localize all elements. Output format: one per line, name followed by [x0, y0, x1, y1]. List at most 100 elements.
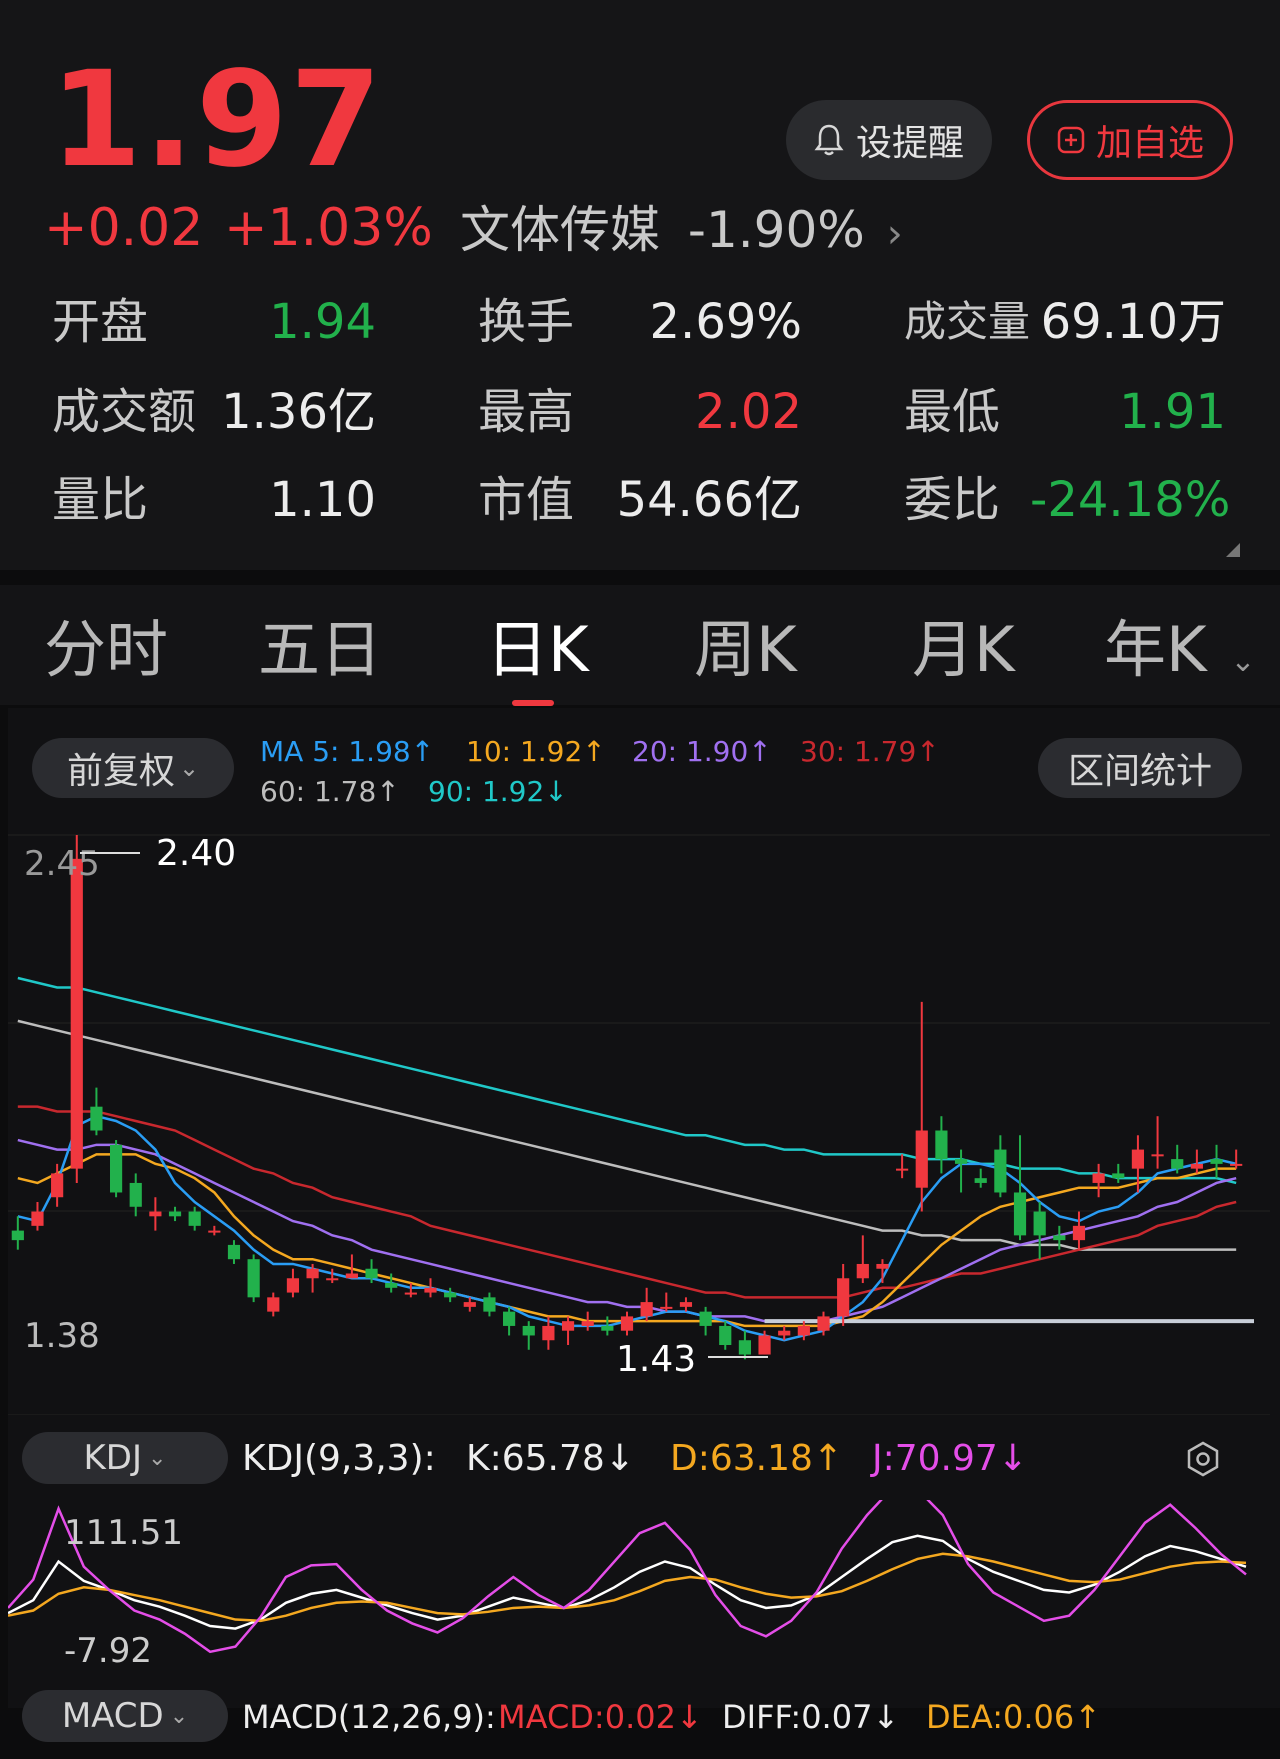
market-cap-value: 54.66亿	[616, 472, 802, 528]
kdj-params: KDJ(9,3,3):	[242, 1438, 436, 1479]
candle-body	[1072, 1225, 1086, 1241]
open-label: 开盘	[52, 294, 149, 350]
candle-body	[1053, 1235, 1066, 1241]
volume-label: 成交量	[904, 297, 1031, 346]
add-watchlist-button[interactable]: 加自选	[1027, 100, 1233, 180]
candle	[1230, 1149, 1243, 1169]
candle-body	[31, 1211, 44, 1226]
open-value: 1.94	[269, 294, 376, 350]
y-axis-max-label: 2.45	[24, 844, 100, 884]
macd-params: MACD(12,26,9):	[242, 1698, 496, 1736]
order-ratio-label: 委比	[904, 472, 1001, 528]
sector-link[interactable]: 文体传媒 -1.90% ›	[460, 198, 903, 266]
candle-body	[90, 1106, 103, 1131]
candle-body	[856, 1263, 869, 1279]
tab-yearly-k-label: 年K	[1104, 613, 1207, 686]
candle-body	[601, 1325, 614, 1331]
candle	[109, 1140, 123, 1198]
macd-selector-label: MACD	[61, 1696, 164, 1736]
candle-body	[837, 1278, 850, 1317]
ma90-line	[17, 976, 1237, 1185]
macd-diff-value: DIFF:0.07↓	[722, 1698, 900, 1736]
candle	[11, 1216, 24, 1250]
candle-body	[994, 1149, 1007, 1193]
candle-body	[51, 1173, 64, 1198]
sector-change: -1.90%	[687, 201, 865, 259]
candle-body	[444, 1292, 457, 1298]
candle-body	[915, 1130, 928, 1188]
candle	[168, 1206, 182, 1222]
ma20-legend: 20: 1.90↑	[632, 735, 772, 768]
candle	[640, 1287, 653, 1322]
candle-body	[188, 1211, 201, 1226]
candle	[974, 1168, 987, 1188]
candle-body	[1171, 1159, 1184, 1169]
candle	[247, 1254, 260, 1303]
quote-header: 1.97 设提醒 加自选 +0.02 +1.03% 文体传媒 -1.90% › …	[0, 0, 1280, 570]
candle	[1112, 1163, 1125, 1183]
volume-ratio-value: 1.10	[269, 472, 376, 528]
candle	[503, 1306, 516, 1336]
tab-daily-k[interactable]: 日K	[486, 585, 589, 715]
kdj-d-value: D:63.18↑	[670, 1438, 844, 1479]
candle-body	[1013, 1192, 1027, 1236]
candle-body	[208, 1230, 221, 1233]
kdj-axis-max-label: 111.51	[64, 1513, 183, 1553]
candle-body	[542, 1325, 555, 1341]
candle-body	[1033, 1211, 1046, 1236]
candle	[70, 835, 83, 1183]
macd-selector[interactable]: MACD ⌄	[22, 1690, 228, 1742]
ma60-legend: 60: 1.78↑	[260, 775, 400, 808]
tab-monthly-k[interactable]: 月K	[912, 585, 1015, 715]
candle-body	[699, 1311, 712, 1326]
settings-icon[interactable]	[1184, 1440, 1222, 1482]
kdj-selector-label: KDJ	[83, 1438, 143, 1478]
tab-five-day[interactable]: 五日	[258, 585, 382, 715]
candle-body	[247, 1259, 260, 1298]
candle	[660, 1292, 673, 1312]
tab-intraday[interactable]: 分时	[44, 585, 168, 715]
kdj-selector[interactable]: KDJ ⌄	[22, 1432, 228, 1484]
candle-body	[306, 1268, 319, 1279]
expand-corner-icon[interactable]	[1226, 543, 1240, 557]
candle-body	[365, 1268, 378, 1279]
candle-body	[267, 1297, 280, 1312]
candle	[915, 1001, 928, 1212]
candle-body	[385, 1283, 398, 1288]
candle-body	[974, 1178, 987, 1183]
y-axis-min-label: 1.38	[24, 1316, 100, 1356]
candle-body	[679, 1302, 693, 1307]
candle	[620, 1311, 634, 1336]
tab-yearly-k[interactable]: 年K ⌄	[1104, 585, 1256, 727]
candle	[149, 1197, 162, 1231]
chevron-down-icon: ⌄	[148, 1445, 167, 1471]
candle-body	[1230, 1163, 1243, 1166]
candle	[1072, 1211, 1086, 1250]
candle	[561, 1316, 575, 1345]
kdj-chart[interactable]: 111.51 -7.92	[8, 1500, 1270, 1670]
kdj-k-line	[8, 1534, 1247, 1630]
tab-weekly-k[interactable]: 周K	[694, 585, 797, 715]
candle	[601, 1316, 614, 1336]
candle-body	[1190, 1163, 1203, 1169]
chevron-down-icon: ⌄	[169, 1703, 189, 1729]
candle	[326, 1268, 339, 1284]
macd-dea-value: DEA:0.06↑	[926, 1698, 1102, 1736]
candle-body	[483, 1297, 496, 1312]
candle	[856, 1235, 869, 1284]
turnover-label: 换手	[478, 294, 575, 350]
candle	[129, 1173, 142, 1217]
range-stats-button[interactable]: 区间统计	[1038, 738, 1242, 798]
low-marker-label: 1.43	[616, 1339, 696, 1380]
candle-body	[1131, 1149, 1145, 1169]
set-alert-button[interactable]: 设提醒	[786, 100, 992, 180]
plus-square-icon	[1056, 125, 1086, 155]
candle-body	[129, 1182, 142, 1207]
candle-body	[345, 1273, 358, 1279]
price-adjust-selector[interactable]: 前复权 ⌄	[32, 738, 234, 798]
macd-value: MACD:0.02↓	[498, 1698, 703, 1736]
kline-chart[interactable]: 2.45 1.38 2.40 1.43	[8, 825, 1270, 1415]
candle	[719, 1321, 732, 1350]
ma30-line	[17, 1105, 1237, 1299]
candle	[90, 1087, 103, 1136]
